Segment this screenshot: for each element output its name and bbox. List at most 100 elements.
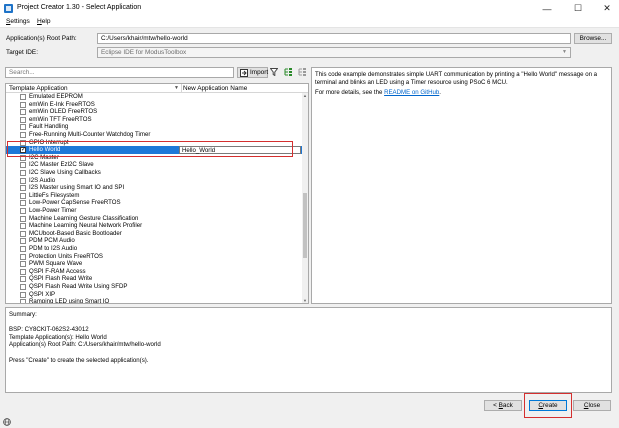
item-label: MCUboot-Based Basic Bootloader [29,229,122,237]
column-template-application[interactable]: Template Application [9,85,68,92]
list-item[interactable]: emWin OLED FreeRTOS [6,108,302,116]
minimize-icon: — [542,3,552,14]
filter-icon[interactable] [270,68,278,76]
target-ide-select[interactable]: Eclipse IDE for ModusToolbox ▼ [97,47,571,58]
item-checkbox[interactable] [20,230,26,237]
item-checkbox[interactable] [20,261,26,268]
column-new-application-name[interactable]: New Application Name [183,85,247,92]
collapse-all-icon[interactable] [298,68,307,76]
item-checkbox[interactable] [20,276,26,283]
summary-heading: Summary: [9,311,37,318]
item-checkbox[interactable] [20,94,26,100]
item-label: QSPI Flash Read Write Using SFDP [29,283,128,290]
list-item[interactable]: QSPI Flash Read Write [6,275,302,283]
sort-down-icon[interactable]: ▼ [174,85,179,91]
summary-spacer-2 [9,349,608,357]
root-path-label: Application(s) Root Path: [6,35,77,42]
item-checkbox[interactable] [20,124,26,131]
list-item[interactable]: QSPI Flash Read Write Using SFDP [6,283,302,291]
item-checkbox[interactable] [20,284,26,290]
list-item[interactable]: Ramping LED using Smart IO [6,298,302,303]
summary-templates: Template Application(s): Hello World [9,333,107,341]
item-label: Free-Running Multi-Counter Watchdog Time… [29,131,151,138]
item-checkbox[interactable] [20,192,26,199]
list-item[interactable]: Low-Power CapSense FreeRTOS [6,199,302,207]
scroll-down-icon[interactable]: ▼ [303,298,307,303]
list-item[interactable]: Machine Learning Neural Network Profiler [6,222,302,230]
item-checkbox[interactable] [20,109,26,116]
list-item[interactable]: PWM Square Wave [6,260,302,268]
list-item[interactable]: I2S Master using Smart IO and SPI [6,184,302,192]
item-checkbox[interactable] [20,208,26,214]
readme-link[interactable]: README on GitHub [384,89,439,96]
list-item[interactable]: Fault Handling [6,123,302,131]
list-item[interactable]: QSPI F-RAM Access [6,268,302,276]
window-title: Project Creator 1.30 - Select Applicatio… [17,4,142,11]
selected-row-highlight [7,141,293,157]
menu-help[interactable]: Help [37,18,51,25]
more-details: For more details, see the README on GitH… [315,89,441,96]
globe-icon[interactable] [3,418,11,426]
item-checkbox[interactable] [20,132,26,138]
item-checkbox[interactable] [20,177,26,184]
list-item[interactable]: I2S Audio [6,177,302,185]
list-item[interactable]: LittleFs Filesystem [6,192,302,200]
item-checkbox[interactable] [20,170,26,176]
close-icon: ✕ [603,3,611,13]
item-checkbox[interactable] [20,162,26,169]
item-checkbox[interactable] [20,246,26,252]
scroll-thumb[interactable] [303,193,307,258]
list-item[interactable]: I2C Slave Using Callbacks [6,169,302,177]
item-label: PWM Square Wave [29,260,83,268]
item-label: QSPI Flash Read Write [29,275,93,283]
back-button[interactable]: < Back [484,400,522,411]
item-label: I2S Audio [29,176,56,184]
item-label: QSPI F-RAM Access [29,267,86,275]
list-item[interactable]: Protection Units FreeRTOS [6,253,302,261]
list-item[interactable]: QSPI XIP [6,291,302,299]
list-item[interactable]: PDM to I2S Audio [6,245,302,253]
item-label: emWin TFT FreeRTOS [29,115,92,123]
item-checkbox[interactable] [20,101,26,108]
item-checkbox[interactable] [20,253,26,260]
search-input[interactable]: Search... [5,67,234,78]
list-item[interactable]: emWin TFT FreeRTOS [6,116,302,124]
root-path-input[interactable]: C:/Users/khair/mtw/hello-world [97,33,571,44]
expand-all-icon[interactable] [284,68,293,76]
close-window-button[interactable]: ✕ [592,0,619,17]
browse-button[interactable]: Browse... [574,33,612,44]
item-checkbox[interactable] [20,215,26,222]
close-button[interactable]: Close [573,400,611,411]
target-ide-value: Eclipse IDE for ModusToolbox [101,49,187,56]
list-item[interactable]: PDM PCM Audio [6,237,302,245]
list-item[interactable]: Emulated EEPROM [6,93,302,101]
item-checkbox[interactable] [20,223,26,230]
template-list-panel: Template Application ▼ New Application N… [5,83,309,304]
item-checkbox[interactable] [20,200,26,207]
list-scrollbar[interactable]: ▲ ▼ [302,93,308,303]
description-panel: This code example demonstrates simple UA… [311,67,612,304]
list-item[interactable]: Free-Running Multi-Counter Watchdog Time… [6,131,302,139]
summary-panel: Summary: BSP: CY8CKIT-062S2-43012 Templa… [5,307,612,393]
item-label: emWin E-Ink FreeRTOS [29,100,95,108]
list-item[interactable]: emWin E-Ink FreeRTOS [6,101,302,109]
item-checkbox[interactable] [20,299,26,303]
minimize-button[interactable]: — [532,0,562,17]
item-checkbox[interactable] [20,116,26,123]
list-item[interactable]: I2C Master Ezl2C Slave [6,161,302,169]
list-item[interactable]: Machine Learning Gesture Classification [6,215,302,223]
item-checkbox[interactable] [20,238,26,245]
list-item[interactable]: MCUboot-Based Basic Bootloader [6,230,302,238]
menu-settings[interactable]: Settings [6,18,30,25]
maximize-button[interactable]: ☐ [563,0,593,17]
item-checkbox[interactable] [20,185,26,192]
import-button[interactable]: Import [237,67,268,78]
app-icon [4,4,13,13]
scroll-up-icon[interactable]: ▲ [303,93,307,98]
item-checkbox[interactable] [20,291,26,298]
list-item[interactable]: Low-Power Timer [6,207,302,215]
item-checkbox[interactable] [20,268,26,275]
template-list: Emulated EEPROM emWin E-Ink FreeRTOS emWin… [6,93,302,303]
table-header: Template Application ▼ New Application N… [6,84,308,93]
item-label: PDM to I2S Audio [29,245,78,252]
